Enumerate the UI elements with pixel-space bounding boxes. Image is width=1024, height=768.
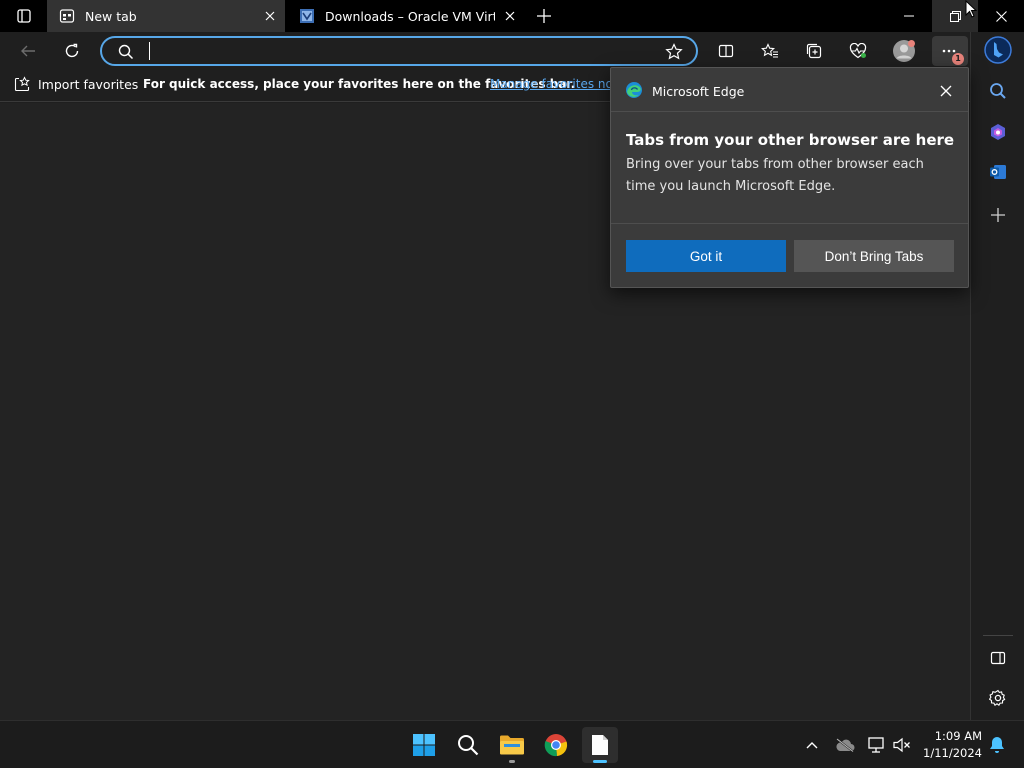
- hide-sidebar-button[interactable]: [983, 643, 1013, 673]
- windows-logo-icon: [413, 734, 435, 756]
- tab-label: New tab: [85, 8, 137, 24]
- volume-button[interactable]: [890, 733, 914, 757]
- mouse-pointer-icon: [965, 0, 977, 18]
- close-icon: [995, 10, 1007, 22]
- popup-divider: [611, 223, 968, 224]
- start-button[interactable]: [406, 727, 442, 763]
- chevron-up-icon: [806, 742, 818, 749]
- gear-icon: [989, 689, 1006, 707]
- sidebar-copilot-button[interactable]: [983, 117, 1013, 147]
- volume-muted-icon: [893, 737, 910, 753]
- close-icon: [505, 11, 515, 21]
- copilot-button[interactable]: [983, 35, 1013, 65]
- star-icon: [665, 43, 683, 60]
- back-arrow-icon: [21, 45, 35, 57]
- refresh-icon: [65, 43, 79, 58]
- address-input[interactable]: [148, 42, 628, 62]
- new-tab-icon: [59, 8, 75, 24]
- tab-new-tab[interactable]: New tab: [47, 0, 285, 32]
- import-tabs-popup: Microsoft Edge Tabs from your other brow…: [610, 67, 969, 288]
- dont-bring-tabs-button[interactable]: Don’t Bring Tabs: [794, 240, 954, 272]
- favorites-icon: [761, 43, 778, 58]
- plus-icon: [991, 208, 1005, 222]
- back-button[interactable]: [12, 36, 44, 66]
- onedrive-button[interactable]: [833, 733, 857, 757]
- sidebar-divider: [983, 635, 1013, 636]
- close-icon: [265, 11, 275, 21]
- text-caret: [149, 42, 150, 60]
- profile-avatar-icon: [893, 40, 915, 62]
- tab-close-button[interactable]: [495, 0, 525, 32]
- add-favorite-button[interactable]: [662, 41, 686, 63]
- notifications-button[interactable]: [985, 733, 1009, 757]
- tab-actions-button[interactable]: [2, 0, 46, 32]
- sidebar-panel-icon: [990, 651, 1006, 665]
- network-icon: [868, 737, 884, 753]
- split-screen-button[interactable]: [710, 36, 742, 66]
- clock-date[interactable]: 1/11/2024: [918, 746, 982, 760]
- outlook-icon: [990, 165, 1006, 179]
- popup-app-name: Microsoft Edge: [652, 84, 745, 99]
- plus-icon: [537, 9, 551, 23]
- sidebar-add-button[interactable]: [983, 200, 1013, 230]
- import-favorites-label: Import favorites: [38, 76, 139, 92]
- taskbar: 1:09 AM 1/11/2024: [0, 720, 1024, 768]
- tab-downloads-virtualbox[interactable]: Downloads – Oracle VM VirtualBox: [287, 0, 525, 32]
- bing-copilot-icon: [984, 36, 1012, 64]
- favorites-button[interactable]: [754, 36, 786, 66]
- sidebar-outlook-button[interactable]: [983, 157, 1013, 187]
- popup-close-button[interactable]: [933, 78, 959, 104]
- popup-title: Tabs from your other browser are here: [626, 131, 955, 149]
- notification-badge: 1: [952, 53, 964, 65]
- minimize-button[interactable]: [886, 0, 932, 32]
- notepad-button[interactable]: [582, 727, 618, 763]
- got-it-button[interactable]: Got it: [626, 240, 786, 272]
- settings-and-more-button[interactable]: 1: [932, 36, 968, 66]
- sidebar-settings-button[interactable]: [983, 683, 1013, 713]
- popup-body-text: Bring over your tabs from other browser …: [626, 157, 924, 194]
- chrome-button[interactable]: [538, 727, 574, 763]
- clock-time[interactable]: 1:09 AM: [926, 729, 982, 743]
- manage-favorites-link[interactable]: Manage favorites now: [490, 77, 623, 91]
- edge-logo-icon: [626, 82, 642, 98]
- import-icon: [14, 76, 30, 92]
- close-icon: [940, 85, 952, 97]
- tab-close-button[interactable]: [255, 0, 285, 32]
- address-bar[interactable]: [100, 36, 698, 66]
- restore-icon: [949, 10, 961, 22]
- active-indicator: [593, 760, 607, 763]
- heart-pulse-icon: [849, 43, 867, 59]
- tab-actions-icon: [17, 9, 31, 23]
- edge-sidebar: [970, 32, 1024, 720]
- import-favorites-button[interactable]: Import favorites: [14, 76, 138, 92]
- tab-label: Downloads – Oracle VM VirtualBox: [325, 8, 495, 24]
- new-tab-button[interactable]: [528, 0, 560, 32]
- refresh-button[interactable]: [56, 36, 88, 66]
- cloud-offline-icon: [836, 738, 855, 752]
- folder-icon: [500, 735, 524, 755]
- browser-essentials-button[interactable]: [842, 36, 874, 66]
- search-icon: [990, 83, 1006, 99]
- document-icon: [592, 735, 608, 755]
- split-screen-icon: [718, 44, 734, 58]
- search-icon: [458, 735, 479, 756]
- minimize-icon: [904, 15, 914, 17]
- network-button[interactable]: [865, 733, 889, 757]
- collections-icon: [806, 43, 822, 59]
- file-explorer-button[interactable]: [494, 727, 530, 763]
- chrome-icon: [544, 734, 568, 757]
- bell-icon: [990, 737, 1004, 753]
- sidebar-search-button[interactable]: [983, 76, 1013, 106]
- profile-button[interactable]: [888, 36, 920, 66]
- show-hidden-icons-button[interactable]: [800, 733, 824, 757]
- taskbar-search-button[interactable]: [450, 727, 486, 763]
- close-window-button[interactable]: [978, 0, 1024, 32]
- running-indicator: [509, 760, 515, 763]
- title-bar: New tab Downloads – Oracle VM VirtualBox: [0, 0, 1024, 32]
- search-icon: [118, 44, 134, 60]
- popup-header: Microsoft Edge: [611, 68, 968, 112]
- collections-button[interactable]: [798, 36, 830, 66]
- virtualbox-icon: [299, 8, 315, 24]
- copilot-icon: [991, 124, 1005, 140]
